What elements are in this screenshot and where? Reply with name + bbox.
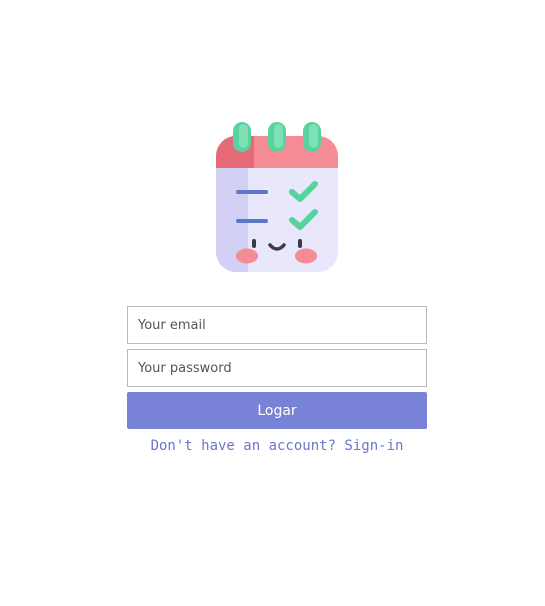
password-field[interactable] [127, 349, 427, 387]
login-button[interactable]: Logar [127, 392, 427, 429]
email-field[interactable] [127, 306, 427, 344]
signup-link[interactable]: Don't have an account? Sign-in [127, 436, 427, 456]
calendar-checklist-icon [216, 122, 338, 272]
login-page: Logar Don't have an account? Sign-in [0, 0, 545, 606]
